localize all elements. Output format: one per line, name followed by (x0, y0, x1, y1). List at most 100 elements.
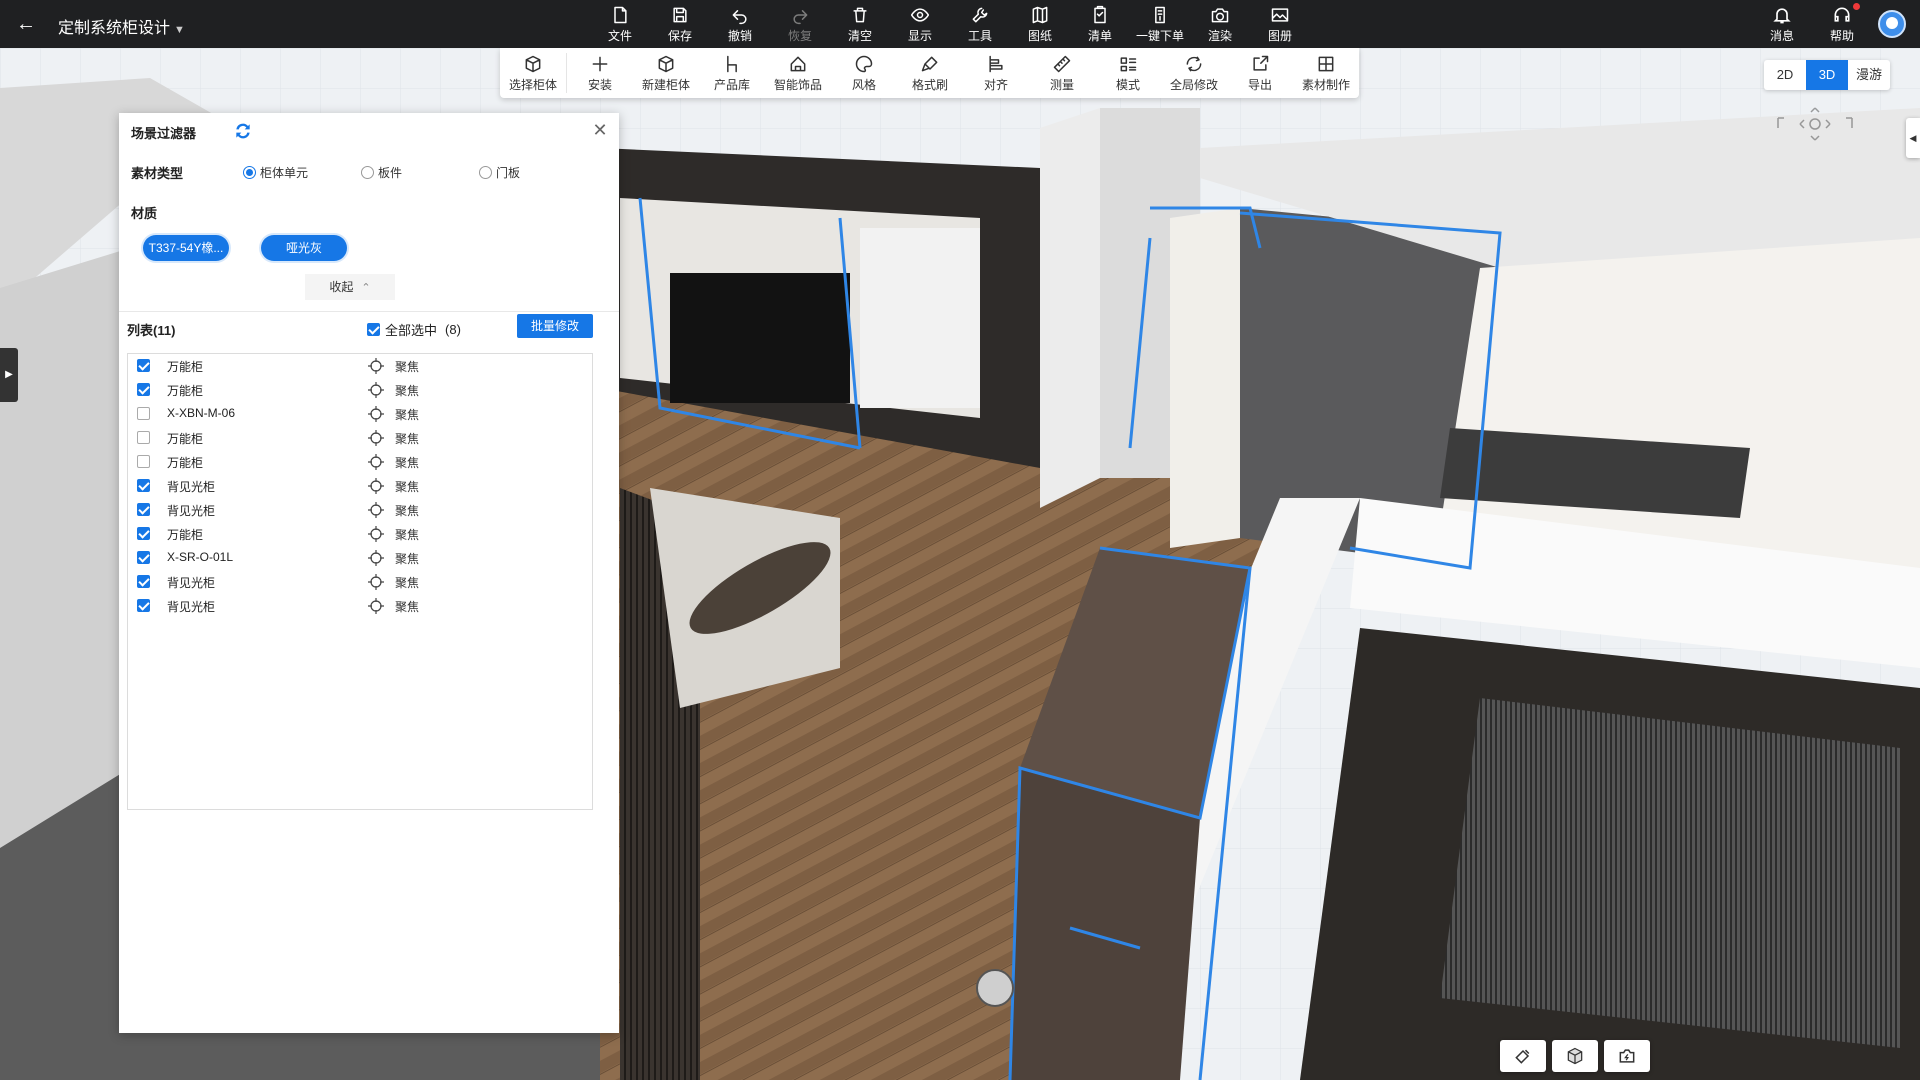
list-item[interactable]: 背见光柜 聚焦 (128, 498, 594, 522)
subtool-chair[interactable]: 产品库 (699, 48, 765, 98)
toolbar-button-drawing[interactable]: 图纸 (1010, 0, 1070, 48)
list-item[interactable]: 万能柜 聚焦 (128, 522, 594, 546)
right-panel-toggle[interactable]: ◀ (1906, 118, 1920, 158)
subtool-plus[interactable]: 安装 (567, 48, 633, 98)
subtool-global-edit[interactable]: 全局修改 (1161, 48, 1227, 98)
subtool-palette[interactable]: 风格 (831, 48, 897, 98)
crosshair-icon[interactable] (368, 454, 384, 470)
trash-icon (853, 7, 867, 22)
crosshair-icon[interactable] (368, 502, 384, 518)
crosshair-icon[interactable] (368, 358, 384, 374)
back-arrow-icon[interactable]: ← (12, 10, 40, 38)
item-checkbox[interactable] (137, 527, 150, 540)
focus-link[interactable]: 聚焦 (395, 478, 419, 495)
checkbox[interactable] (367, 323, 380, 336)
chevron-down-icon: ▼ (174, 24, 185, 36)
toolbar-button-redo[interactable]: 恢复 (770, 0, 830, 48)
focus-link[interactable]: 聚焦 (395, 358, 419, 375)
crosshair-icon[interactable] (368, 598, 384, 614)
crosshair-icon[interactable] (368, 382, 384, 398)
focus-link[interactable]: 聚焦 (395, 550, 419, 567)
refresh-icon[interactable] (233, 121, 253, 141)
cube-view-button[interactable] (1552, 1040, 1598, 1072)
navigation-gizmo-icon[interactable] (1770, 104, 1860, 144)
radio-panel-part[interactable]: 板件 (361, 164, 402, 181)
focus-link[interactable]: 聚焦 (395, 406, 419, 423)
screenshot-button[interactable] (1604, 1040, 1650, 1072)
crosshair-icon[interactable] (368, 478, 384, 494)
material-chip[interactable]: T337-54Y橡... (143, 235, 229, 261)
toolbar-button-eye[interactable]: 显示 (890, 0, 950, 48)
item-checkbox[interactable] (137, 383, 150, 396)
item-checkbox[interactable] (137, 431, 150, 444)
measure-tool-button[interactable] (1500, 1040, 1546, 1072)
crosshair-icon[interactable] (368, 574, 384, 590)
list-item[interactable]: 背见光柜 聚焦 (128, 594, 594, 618)
help-button[interactable]: 帮助 (1812, 0, 1872, 48)
item-checkbox[interactable] (137, 599, 150, 612)
item-checkbox[interactable] (137, 455, 150, 468)
crosshair-icon[interactable] (368, 406, 384, 422)
list-item[interactable]: 万能柜 聚焦 (128, 354, 594, 378)
subtool-export[interactable]: 导出 (1227, 48, 1293, 98)
subtool-ruler[interactable]: 测量 (1029, 48, 1095, 98)
focus-link[interactable]: 聚焦 (395, 430, 419, 447)
list-item[interactable]: 万能柜 聚焦 (128, 450, 594, 474)
item-checkbox[interactable] (137, 551, 150, 564)
toolbar-button-save[interactable]: 保存 (650, 0, 710, 48)
list-item[interactable]: X-XBN-M-06 聚焦 (128, 402, 594, 426)
radio-door-panel[interactable]: 门板 (479, 164, 520, 181)
subtool-cube[interactable]: 新建柜体 (633, 48, 699, 98)
avatar[interactable] (1878, 10, 1906, 38)
focus-link[interactable]: 聚焦 (395, 574, 419, 591)
focus-link[interactable]: 聚焦 (395, 454, 419, 471)
toolbar-button-undo[interactable]: 撤销 (710, 0, 770, 48)
close-icon[interactable]: ✕ (591, 121, 609, 139)
view-option-2[interactable]: 漫游 (1848, 60, 1890, 90)
secondary-toolbar: 选择柜体 安装 新建柜体 产品库 智能饰品 风格 格式刷 对齐 测量 模式 全局修改 导出 素材制作 (500, 48, 1359, 98)
toolbar-button-camera[interactable]: 渲染 (1190, 0, 1250, 48)
crosshair-icon[interactable] (368, 526, 384, 542)
view-option-0[interactable]: 2D (1764, 60, 1806, 90)
list-item[interactable]: X-SR-O-01L 聚焦 (128, 546, 594, 570)
panel-header: 场景过滤器 ✕ (119, 113, 619, 149)
bottom-right-tools (1500, 1040, 1650, 1072)
collapse-button[interactable]: 收起 ⌃ (305, 274, 395, 300)
list-item[interactable]: 万能柜 聚焦 (128, 426, 594, 450)
subtool-brush[interactable]: 格式刷 (897, 48, 963, 98)
left-panel-toggle[interactable]: ▶ (0, 348, 18, 402)
item-checkbox[interactable] (137, 479, 150, 492)
view-option-1[interactable]: 3D (1806, 60, 1848, 90)
item-checkbox[interactable] (137, 407, 150, 420)
batch-modify-button[interactable]: 批量修改 (517, 314, 593, 338)
item-checkbox[interactable] (137, 503, 150, 516)
radio-cabinet-unit[interactable]: 柜体单元 (243, 164, 308, 181)
app-title[interactable]: 定制系统柜设计 ▼ (58, 14, 185, 38)
crosshair-icon[interactable] (368, 430, 384, 446)
select-all-checkbox[interactable]: 全部选中 (8) (367, 320, 461, 339)
subtool-decor[interactable]: 智能饰品 (765, 48, 831, 98)
subtool-label: 风格 (851, 77, 876, 92)
toolbar-button-order[interactable]: 一键下单 (1130, 0, 1190, 48)
item-checkbox[interactable] (137, 575, 150, 588)
focus-link[interactable]: 聚焦 (395, 598, 419, 615)
focus-link[interactable]: 聚焦 (395, 502, 419, 519)
toolbar-button-album[interactable]: 图册 (1250, 0, 1310, 48)
toolbar-button-file[interactable]: 文件 (590, 0, 650, 48)
subtool-mode[interactable]: 模式 (1095, 48, 1161, 98)
toolbar-button-trash[interactable]: 清空 (830, 0, 890, 48)
focus-link[interactable]: 聚焦 (395, 526, 419, 543)
toolbar-button-wrench[interactable]: 工具 (950, 0, 1010, 48)
list-item[interactable]: 背见光柜 聚焦 (128, 474, 594, 498)
focus-link[interactable]: 聚焦 (395, 382, 419, 399)
list-item[interactable]: 背见光柜 聚焦 (128, 570, 594, 594)
subtool-select-cabinet[interactable]: 选择柜体 (500, 48, 566, 98)
crosshair-icon[interactable] (368, 550, 384, 566)
list-item[interactable]: 万能柜 聚焦 (128, 378, 594, 402)
material-chip[interactable]: 哑光灰 (261, 235, 347, 261)
subtool-material-make[interactable]: 素材制作 (1293, 48, 1359, 98)
item-checkbox[interactable] (137, 359, 150, 372)
subtool-align[interactable]: 对齐 (963, 48, 1029, 98)
toolbar-button-checklist[interactable]: 清单 (1070, 0, 1130, 48)
messages-button[interactable]: 消息 (1752, 0, 1812, 48)
